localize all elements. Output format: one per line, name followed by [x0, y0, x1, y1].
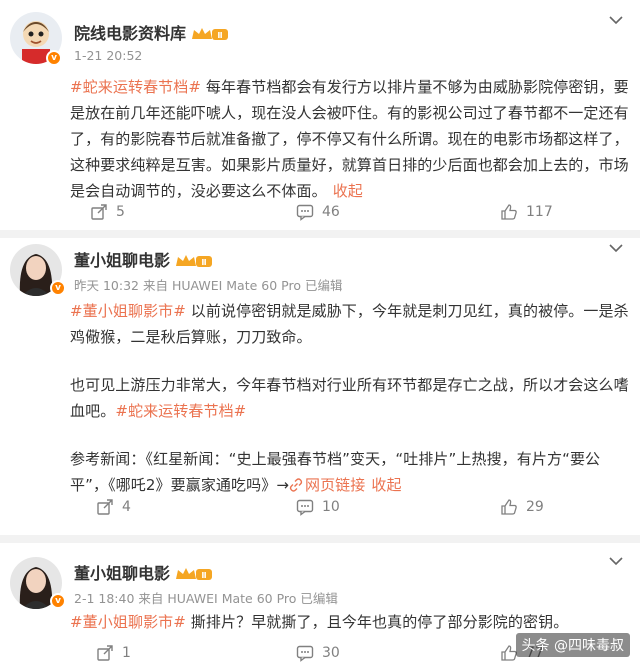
action-bar: 4 10 29 [0, 498, 640, 524]
repost-button[interactable]: 1 [96, 644, 131, 662]
topic-link[interactable]: #蛇来运转春节档# [115, 402, 246, 420]
web-link[interactable]: 网页链接 [289, 476, 365, 494]
svg-text:Ⅱ: Ⅱ [201, 571, 206, 580]
paragraph-3: 参考新闻：《红星新闻：“史上最强春节档”变天，“吐排片”上热搜，有片方“要公平”… [70, 446, 630, 498]
more-chevron-icon[interactable] [608, 555, 624, 567]
post-meta: 2-1 18:40 来自 HUAWEI Mate 60 Pro 已编辑 [74, 591, 338, 606]
verified-badge-icon: v [50, 593, 66, 609]
repost-icon [97, 499, 113, 515]
divider [0, 535, 640, 543]
comment-icon [296, 499, 314, 516]
repost-count: 1 [122, 645, 131, 661]
post-1: v 院线电影资料库 Ⅱ 1-21 20:52 #蛇来运转春节档# 每年春节档都会有… [0, 0, 640, 230]
like-count: 117 [526, 204, 553, 220]
author-name-text[interactable]: 董小姐聊电影 [74, 251, 170, 270]
post-text: #蛇来运转春节档# 每年春节档都会有发行方以排片量不够为由威胁影院停密钥，要是放… [70, 74, 630, 204]
vip-crown-icon: Ⅱ [176, 255, 213, 267]
collapse-link[interactable]: 收起 [371, 476, 401, 494]
like-count: 29 [526, 499, 544, 515]
like-icon [501, 204, 517, 220]
comment-count: 30 [322, 645, 340, 661]
paragraph-1: #董小姐聊影市# 以前说停密钥就是威胁下，今年就是刺刀见红，真的被停。一是杀鸡儆… [70, 298, 630, 350]
post-text: #董小姐聊影市# 以前说停密钥就是威胁下，今年就是刺刀见红，真的被停。一是杀鸡儆… [70, 298, 630, 498]
author-name[interactable]: 院线电影资料库 Ⅱ [74, 20, 230, 44]
post-text: #董小姐聊影市# 撕排片？早就撕了，且今年也真的停了部分影院的密钥。 [70, 609, 630, 635]
comment-icon [296, 645, 314, 662]
repost-icon [97, 645, 113, 661]
repost-icon [91, 204, 107, 220]
comment-button[interactable]: 30 [296, 644, 340, 662]
watermark: 头条 @四味毒叔 [515, 633, 630, 657]
author-name[interactable]: 董小姐聊电影 Ⅱ [74, 560, 214, 584]
comment-count: 46 [322, 204, 340, 220]
comment-icon [296, 204, 314, 221]
post-2: v 董小姐聊电影 Ⅱ 昨天 10:32 来自 HUAWEI Mate 60 Pro… [0, 238, 640, 535]
divider [0, 230, 640, 238]
like-button[interactable]: 117 [500, 203, 553, 221]
vip-crown-icon: Ⅱ [176, 568, 213, 580]
like-button[interactable]: 29 [500, 498, 544, 516]
author-name-text[interactable]: 董小姐聊电影 [74, 564, 170, 583]
verified-badge-icon: v [46, 50, 62, 66]
more-chevron-icon[interactable] [608, 242, 624, 254]
author-name[interactable]: 董小姐聊电影 Ⅱ [74, 247, 214, 271]
post-body: 撕排片？早就撕了，且今年也真的停了部分影院的密钥。 [185, 613, 569, 631]
like-icon [501, 499, 517, 515]
repost-button[interactable]: 4 [96, 498, 131, 516]
svg-text:Ⅱ: Ⅱ [201, 258, 206, 267]
topic-link[interactable]: #董小姐聊影市# [70, 302, 186, 320]
more-chevron-icon[interactable] [608, 14, 624, 26]
post-meta: 1-21 20:52 [74, 48, 143, 63]
repost-button[interactable]: 5 [90, 203, 125, 221]
collapse-link[interactable]: 收起 [333, 182, 363, 200]
vip-crown-icon: Ⅱ [192, 28, 229, 40]
action-bar: 5 46 117 [0, 203, 640, 229]
topic-link[interactable]: #蛇来运转春节档# [70, 78, 201, 96]
post-meta: 昨天 10:32 来自 HUAWEI Mate 60 Pro 已编辑 [74, 278, 343, 293]
repost-count: 5 [116, 204, 125, 220]
verified-badge-icon: v [50, 280, 66, 296]
comment-button[interactable]: 46 [296, 203, 340, 221]
svg-text:Ⅱ: Ⅱ [217, 31, 222, 40]
web-link-label[interactable]: 网页链接 [305, 476, 365, 494]
author-name-text[interactable]: 院线电影资料库 [74, 24, 186, 43]
topic-link[interactable]: #董小姐聊影市# [70, 613, 186, 631]
comment-count: 10 [322, 499, 340, 515]
paragraph-2: 也可见上游压力非常大，今年春节档对行业所有环节都是存亡之战，所以才会这么嗜血吧。… [70, 372, 630, 424]
link-icon [289, 478, 303, 492]
comment-button[interactable]: 10 [296, 498, 340, 516]
repost-count: 4 [122, 499, 131, 515]
